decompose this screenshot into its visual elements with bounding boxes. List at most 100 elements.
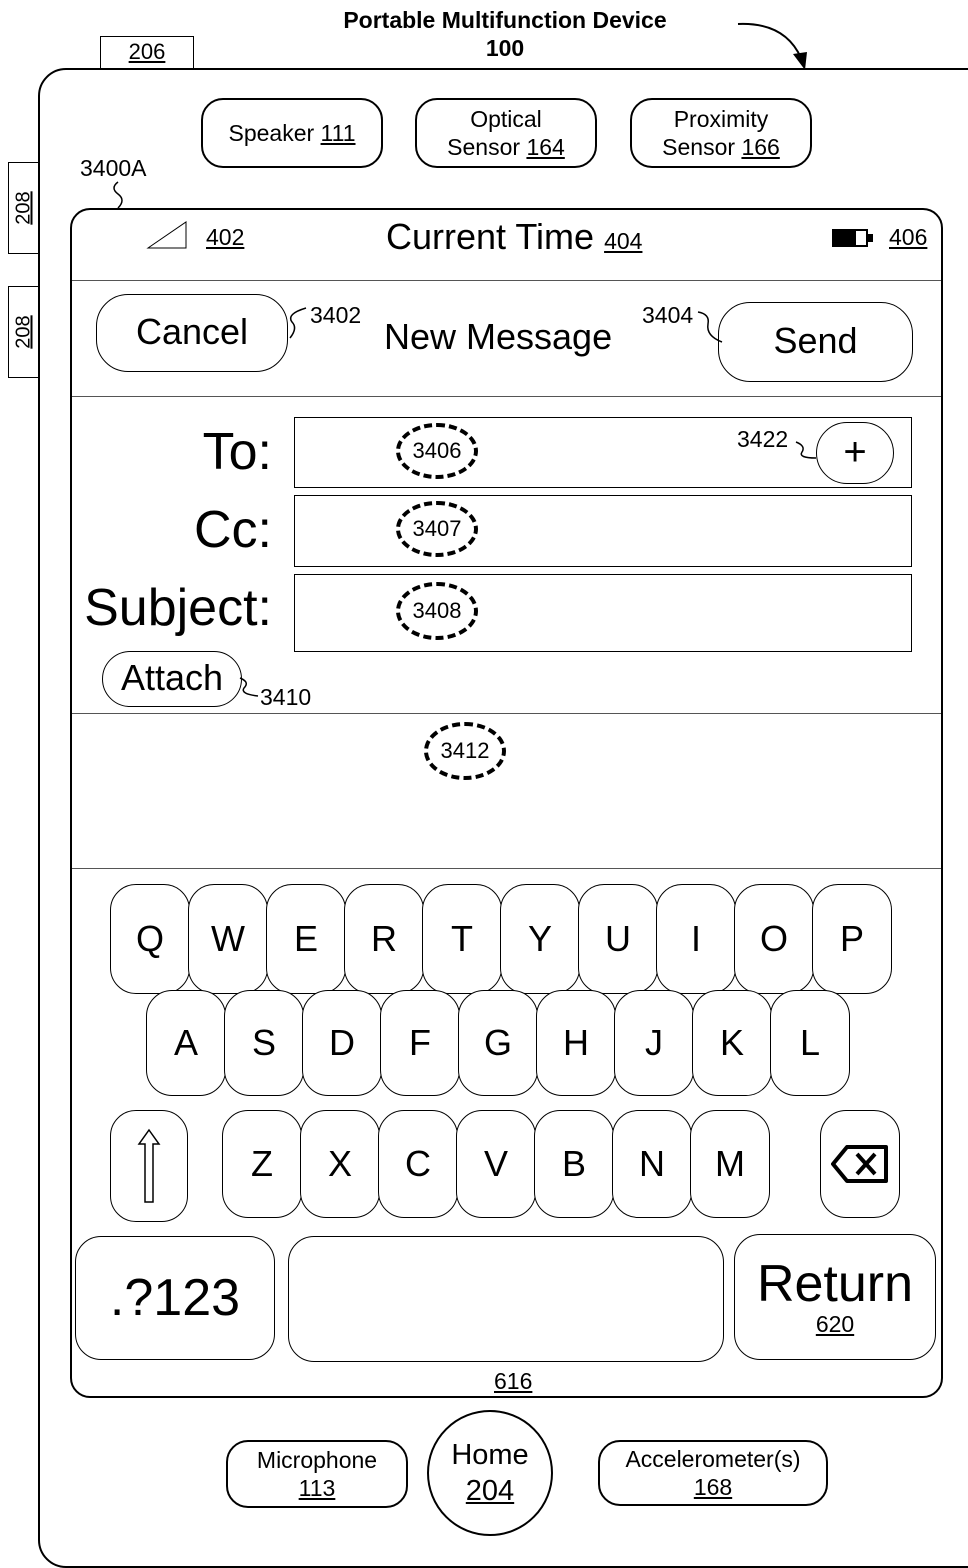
key-k[interactable]: K	[692, 990, 772, 1096]
leader-3400a-icon	[113, 181, 123, 209]
cancel-button[interactable]: Cancel	[96, 294, 288, 372]
microphone-component: Microphone 113	[226, 1440, 408, 1508]
to-ref: 3406	[412, 438, 462, 463]
cancel-ref: 3402	[310, 302, 362, 328]
key-d[interactable]: D	[302, 990, 382, 1096]
divider-body	[72, 868, 941, 869]
key-n[interactable]: N	[612, 1110, 692, 1218]
key-j[interactable]: J	[614, 990, 694, 1096]
key-f[interactable]: F	[380, 990, 460, 1096]
accelerometer-label: Accelerometer(s)	[625, 1446, 801, 1472]
key-l[interactable]: L	[770, 990, 850, 1096]
signal-strength-icon	[146, 221, 187, 249]
key-v[interactable]: V	[456, 1110, 536, 1218]
key-i[interactable]: I	[656, 884, 736, 994]
key-t[interactable]: T	[422, 884, 502, 994]
leader-3410-icon	[239, 677, 259, 697]
cc-field[interactable]	[294, 495, 912, 567]
optical-ref: 164	[526, 134, 565, 160]
backspace-icon	[831, 1145, 888, 1183]
message-body-area[interactable]: 3412	[424, 722, 506, 780]
side-button-208-upper: 208	[8, 162, 38, 254]
new-message-title: New Message	[384, 316, 613, 357]
key-e[interactable]: E	[266, 884, 346, 994]
optical-label-1: Optical	[470, 106, 542, 132]
ref-208-upper: 208	[12, 191, 34, 225]
backspace-key[interactable]	[820, 1110, 900, 1218]
return-ref: 620	[815, 1310, 855, 1337]
current-time: Current Time 404	[386, 216, 642, 258]
proximity-label-2: Sensor	[662, 134, 736, 160]
subject-touch-area: 3408	[396, 582, 478, 640]
attach-ref: 3410	[260, 684, 312, 710]
add-recipient-button[interactable]: +	[816, 422, 894, 484]
pointer-arrow-icon	[737, 22, 807, 70]
return-key[interactable]: Return 620	[734, 1234, 936, 1360]
divider-nav	[72, 396, 941, 397]
key-r[interactable]: R	[344, 884, 424, 994]
cc-touch-area: 3407	[396, 501, 478, 557]
battery-ref: 406	[889, 224, 928, 250]
keyboard-ref: 616	[494, 1368, 533, 1394]
home-button[interactable]: Home 204	[427, 1410, 553, 1536]
body-ref: 3412	[440, 738, 490, 763]
key-z[interactable]: Z	[222, 1110, 302, 1218]
to-label: To:	[202, 423, 272, 481]
proximity-sensor-component: Proximity Sensor 166	[630, 98, 812, 168]
home-label: Home	[451, 1439, 529, 1471]
subject-ref: 3408	[412, 598, 462, 623]
cc-label: Cc:	[194, 501, 272, 559]
key-m[interactable]: M	[690, 1110, 770, 1218]
ref-3400a: 3400A	[80, 155, 147, 181]
device-number: 100	[485, 35, 525, 61]
divider-fields	[72, 713, 941, 714]
attach-button[interactable]: Attach	[102, 651, 242, 707]
key-o[interactable]: O	[734, 884, 814, 994]
send-ref: 3404	[642, 302, 694, 328]
accelerometer-ref: 168	[693, 1474, 733, 1500]
divider-status	[72, 280, 941, 281]
optical-label-2: Sensor	[447, 134, 521, 160]
ref-208-lower: 208	[12, 315, 34, 349]
speaker-component: Speaker 111	[201, 98, 383, 168]
key-u[interactable]: U	[578, 884, 658, 994]
speaker-ref: 111	[320, 120, 356, 146]
battery-icon	[832, 229, 873, 247]
key-s[interactable]: S	[224, 990, 304, 1096]
space-bar[interactable]	[288, 1236, 724, 1362]
add-ref: 3422	[737, 426, 789, 452]
key-p[interactable]: P	[812, 884, 892, 994]
ref-206: 206	[128, 39, 166, 64]
device-title-text: Portable Multifunction Device	[343, 7, 667, 33]
send-button[interactable]: Send	[718, 302, 913, 382]
current-time-ref: 404	[604, 228, 643, 254]
home-ref: 204	[465, 1475, 515, 1507]
key-a[interactable]: A	[146, 990, 226, 1096]
proximity-ref: 166	[741, 134, 780, 160]
shift-arrow-icon	[137, 1128, 161, 1203]
key-c[interactable]: C	[378, 1110, 458, 1218]
microphone-ref: 113	[298, 1475, 336, 1501]
leader-3402-icon	[289, 307, 307, 339]
accelerometer-component: Accelerometer(s) 168	[598, 1440, 828, 1506]
optical-sensor-component: Optical Sensor 164	[415, 98, 597, 168]
key-g[interactable]: G	[458, 990, 538, 1096]
subject-label: Subject:	[84, 579, 272, 637]
return-label: Return	[756, 1254, 914, 1313]
key-q[interactable]: Q	[110, 884, 190, 994]
to-touch-area: 3406	[396, 423, 478, 479]
leader-3422-icon	[795, 441, 817, 459]
numbers-key[interactable]: .?123	[75, 1236, 275, 1360]
device-title: Portable Multifunction Device 100	[300, 6, 710, 62]
key-w[interactable]: W	[188, 884, 268, 994]
ref-206-tab: 206	[100, 36, 194, 68]
current-time-label: Current Time	[386, 216, 595, 257]
shift-key[interactable]	[110, 1110, 188, 1222]
key-y[interactable]: Y	[500, 884, 580, 994]
cc-ref: 3407	[412, 516, 462, 541]
key-x[interactable]: X	[300, 1110, 380, 1218]
key-b[interactable]: B	[534, 1110, 614, 1218]
side-button-208-lower: 208	[8, 286, 38, 378]
key-h[interactable]: H	[536, 990, 616, 1096]
subject-field[interactable]	[294, 574, 912, 652]
